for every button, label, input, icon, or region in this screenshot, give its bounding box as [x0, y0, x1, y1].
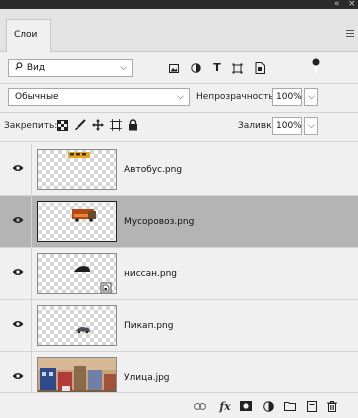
visibility-eye-icon[interactable] [12, 164, 24, 172]
layers-panel: « × Слои Вид ⌵ T Обычные ⌵ Непрозрачност… [0, 0, 358, 418]
lock-artboard-icon[interactable] [110, 119, 122, 131]
new-layer-icon[interactable] [306, 399, 317, 413]
chevron-down-icon: ⌵ [308, 121, 315, 131]
visibility-eye-icon[interactable] [12, 268, 24, 276]
adjustment-icon[interactable] [262, 399, 274, 413]
layer-name[interactable]: ниссан.png [124, 267, 177, 281]
shape-filter-icon[interactable] [232, 63, 243, 74]
chevron-down-icon: ⌵ [177, 92, 184, 102]
layer-name[interactable]: Мусоровоз.png [124, 215, 194, 229]
layer-row[interactable]: Мусоровоз.png [0, 196, 358, 248]
divider [0, 141, 358, 142]
opacity-value: 100% [276, 92, 302, 102]
visibility-eye-icon[interactable] [12, 216, 24, 224]
lock-transparent-pixels-icon[interactable] [57, 120, 68, 131]
layer-name[interactable]: Пикап.png [124, 319, 173, 333]
panel-title-bar: « × [0, 0, 358, 9]
visibility-eye-icon[interactable] [12, 372, 24, 380]
layer-thumbnail[interactable] [37, 149, 117, 190]
tab-bar: Слои [0, 9, 358, 52]
chevron-down-icon: ⌵ [120, 63, 127, 73]
layer-row[interactable]: Пикап.png [0, 300, 358, 352]
opacity-label: Непрозрачность: [196, 92, 277, 102]
layer-row[interactable]: Автобус.png [0, 144, 358, 196]
blend-row: Обычные ⌵ Непрозрачность: 100% ⌵ [0, 84, 358, 110]
opacity-input[interactable]: 100% [272, 88, 302, 106]
lock-position-icon[interactable] [92, 119, 104, 131]
layer-thumbnail[interactable] [37, 305, 117, 346]
fill-input[interactable]: 100% [272, 117, 302, 135]
layer-thumbnail[interactable] [37, 201, 117, 242]
layer-name[interactable]: Автобус.png [124, 163, 182, 177]
filter-row: Вид ⌵ T [0, 53, 358, 83]
tab-layers-label: Слои [14, 30, 38, 40]
layers-list: Автобус.png Мусоровоз.png ниссан.png Пик… [0, 144, 358, 404]
lock-image-pixels-icon[interactable] [74, 119, 86, 131]
smart-object-filter-icon[interactable] [254, 62, 265, 74]
lock-row: Закрепить: Заливка: 100% ⌵ [0, 113, 358, 139]
layer-row[interactable]: ниссан.png [0, 248, 358, 300]
type-filter-icon[interactable]: T [212, 61, 222, 74]
filter-kind-label: Вид [26, 63, 46, 73]
trash-icon[interactable] [326, 399, 337, 413]
lock-label: Закрепить: [4, 121, 58, 131]
layer-thumbnail[interactable] [37, 253, 117, 294]
search-icon [15, 60, 24, 76]
image-filter-icon[interactable] [168, 63, 179, 73]
filter-kind-select[interactable]: Вид ⌵ [8, 59, 133, 77]
fx-icon[interactable]: fx [218, 399, 232, 413]
adjustment-filter-icon[interactable] [191, 63, 201, 73]
visibility-eye-icon[interactable] [12, 320, 24, 328]
lock-all-icon[interactable] [128, 119, 138, 131]
divider [31, 300, 32, 352]
folder-icon[interactable] [284, 399, 296, 413]
opacity-dropdown-button[interactable]: ⌵ [304, 88, 318, 106]
divider [31, 248, 32, 300]
filter-toggle-switch[interactable] [312, 58, 320, 74]
layers-bottom-toolbar: fx [0, 392, 358, 418]
divider [31, 144, 32, 196]
blend-mode-value: Обычные [15, 92, 59, 102]
fill-dropdown-button[interactable]: ⌵ [304, 117, 318, 135]
tab-layers[interactable]: Слои [6, 19, 51, 52]
mask-icon[interactable] [240, 399, 252, 413]
panel-menu-icon[interactable] [346, 30, 354, 37]
link-icon[interactable] [194, 399, 206, 413]
divider [31, 196, 32, 248]
chevron-down-icon: ⌵ [308, 92, 315, 102]
fill-value: 100% [276, 121, 302, 131]
layer-name[interactable]: Улица.jpg [124, 371, 170, 385]
blend-mode-select[interactable]: Обычные ⌵ [8, 88, 190, 106]
